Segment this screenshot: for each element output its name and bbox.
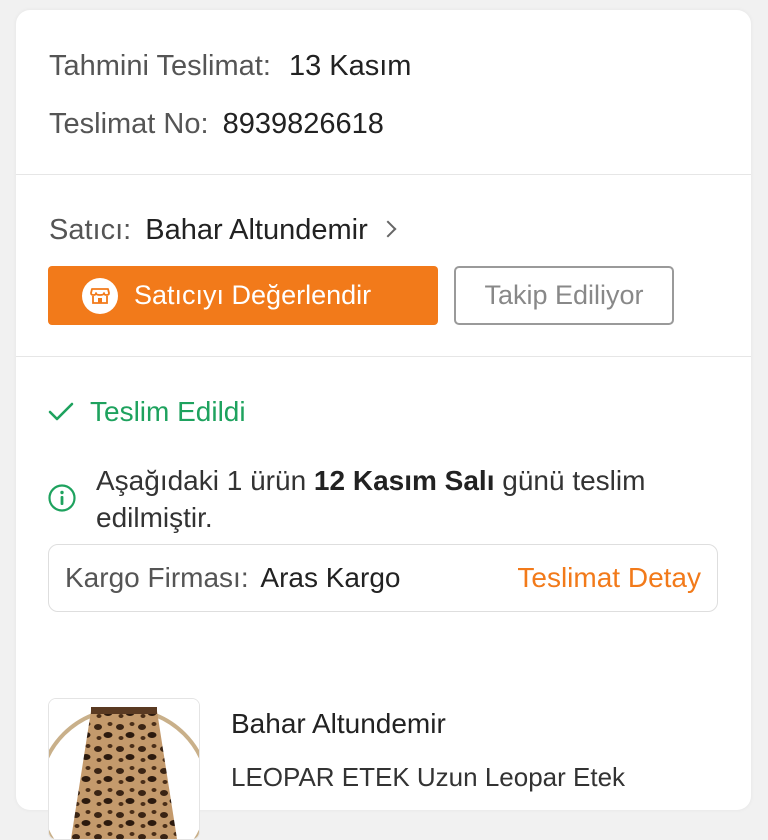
divider [16,356,751,357]
product-name[interactable]: LEOPAR ETEK Uzun Leopar Etek [231,762,625,793]
info-icon [48,484,76,512]
delivery-number-label: Teslimat No: [49,108,209,140]
product-thumbnail[interactable] [48,698,200,840]
info-prefix: Aşağıdaki 1 ürün [96,465,314,496]
product-seller-name: Bahar Altundemir [231,708,446,739]
product-image [49,699,199,839]
seller-label: Satıcı: [49,214,132,246]
chevron-right-icon[interactable] [379,220,397,238]
delivery-number-row: Teslimat No: 8939826618 [49,108,384,141]
store-icon [82,277,118,314]
delivery-number-value: 8939826618 [222,108,384,140]
estimated-delivery-label: Tahmini Teslimat: [49,50,271,82]
seller-name-link[interactable]: Bahar Altundemir [145,214,367,246]
rate-seller-label: Satıcıyı Değerlendir [134,280,372,310]
cargo-label: Kargo Firması: [65,562,249,593]
following-label: Takip Ediliyor [484,280,644,310]
info-date: 12 Kasım Salı [313,465,495,496]
cargo-company: Kargo Firması: Aras Kargo [65,562,517,594]
check-icon [48,402,74,421]
rate-seller-button[interactable]: Satıcıyı Değerlendir [48,266,438,325]
delivery-info-text: Aşağıdaki 1 ürün 12 Kasım Salı günü tesl… [96,462,728,536]
delivery-status-label: Teslim Edildi [90,396,246,427]
cargo-value: Aras Kargo [260,562,401,593]
seller-row[interactable]: Satıcı: Bahar Altundemir [49,214,397,247]
delivery-detail-link[interactable]: Teslimat Detay [517,562,701,594]
estimated-delivery-value: 13 Kasım [288,50,412,82]
estimated-delivery-row: Tahmini Teslimat: 13 Kasım [49,50,411,83]
delivery-info-row: Aşağıdaki 1 ürün 12 Kasım Salı günü tesl… [48,462,728,536]
delivery-status: Teslim Edildi [48,396,246,428]
order-detail-card: Tahmini Teslimat: 13 Kasım Teslimat No: … [16,10,751,840]
divider [16,174,751,175]
cargo-box: Kargo Firması: Aras Kargo Teslimat Detay [48,544,718,612]
following-button[interactable]: Takip Ediliyor [454,266,674,325]
